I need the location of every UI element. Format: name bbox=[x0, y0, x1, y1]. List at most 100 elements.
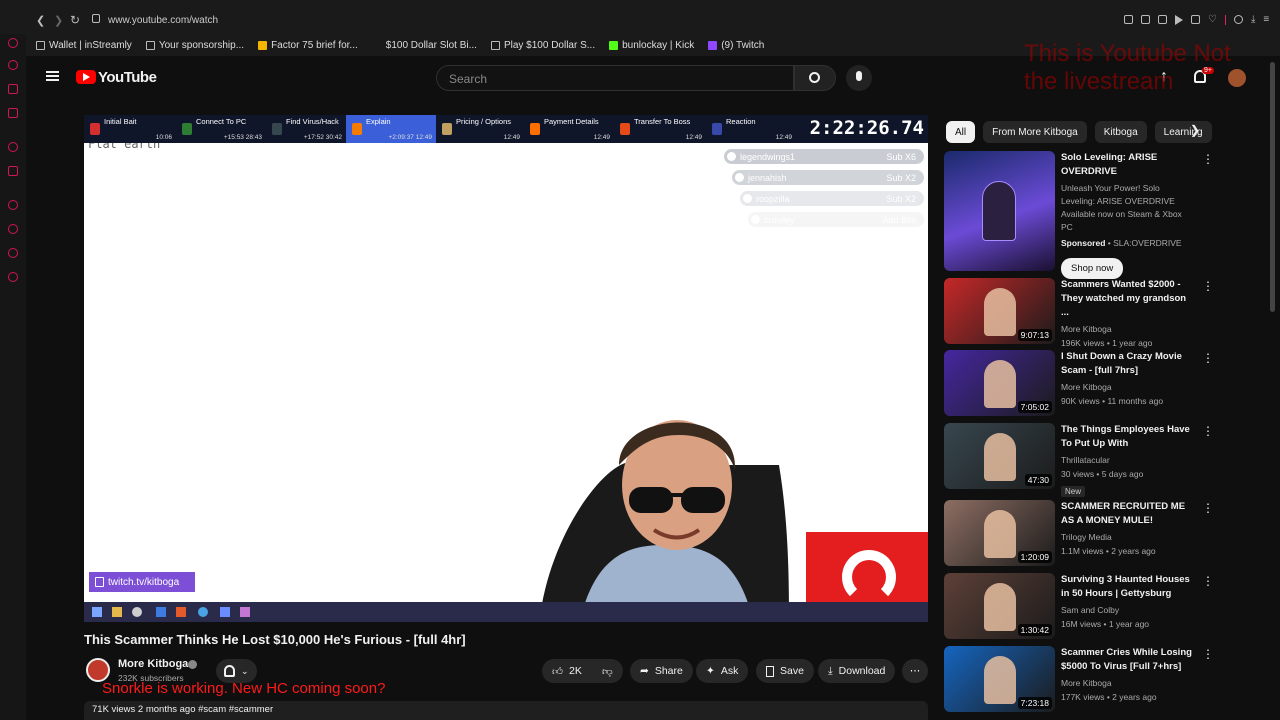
video-player[interactable]: Flat earth legendwings1 Sub X6 jennahish … bbox=[84, 115, 928, 622]
extension-icon[interactable] bbox=[1158, 15, 1167, 24]
sidebar-icon[interactable] bbox=[8, 142, 18, 152]
windows-taskbar bbox=[84, 602, 928, 622]
chevron-right-icon[interactable]: ❯ bbox=[1190, 123, 1200, 137]
video-thumbnail[interactable]: 7:23:18 bbox=[944, 646, 1055, 712]
channel-name[interactable]: Thrillatacular bbox=[1061, 453, 1195, 467]
shop-now-button[interactable]: Shop now bbox=[1061, 258, 1124, 279]
bookmark-item[interactable]: (9) Twitch bbox=[708, 40, 764, 51]
sidebar-icon[interactable] bbox=[8, 272, 18, 282]
extension-icon[interactable] bbox=[1191, 15, 1200, 24]
sidebar-icon[interactable] bbox=[8, 166, 18, 176]
download-button[interactable]: ⤓ Download bbox=[818, 659, 896, 683]
more-actions-button[interactable]: ⋯ bbox=[902, 659, 928, 683]
sidebar-icon[interactable] bbox=[8, 248, 18, 258]
ad-card[interactable]: Solo Leveling: ARISE OVERDRIVE Unleash Y… bbox=[944, 151, 1274, 279]
extension-icon[interactable] bbox=[1124, 15, 1133, 24]
video-thumbnail[interactable]: 1:30:42 bbox=[944, 573, 1055, 639]
channel-name[interactable]: Sam and Colby bbox=[1061, 603, 1195, 617]
youtube-logo-text[interactable]: YouTube bbox=[98, 69, 157, 86]
share-label: Share bbox=[654, 665, 683, 677]
hamburger-menu-icon[interactable] bbox=[46, 71, 59, 81]
sidebar-icon[interactable] bbox=[8, 84, 18, 94]
voice-search-button[interactable] bbox=[846, 65, 872, 91]
more-options-icon[interactable]: ⋮ bbox=[1202, 425, 1214, 437]
bookmark-item[interactable]: Wallet | inStreamly bbox=[36, 40, 132, 51]
channel-avatar[interactable] bbox=[86, 658, 110, 682]
channel-name[interactable]: More Kitboga bbox=[1061, 676, 1195, 690]
thumbnail-figure bbox=[984, 288, 1016, 336]
channel-name[interactable]: More Kitboga bbox=[1061, 322, 1195, 336]
video-title[interactable]: SCAMMER RECRUITED ME AS A MONEY MULE! bbox=[1061, 500, 1195, 528]
thumbs-down-icon: 👎︎ bbox=[602, 665, 613, 678]
search-button[interactable] bbox=[794, 65, 836, 91]
filter-chip[interactable]: All bbox=[946, 121, 976, 143]
youtube-logo-icon[interactable] bbox=[76, 70, 96, 84]
more-options-icon[interactable]: ⋮ bbox=[1202, 153, 1214, 165]
sparkle-icon: ✦ bbox=[706, 665, 715, 677]
ask-button[interactable]: ✦ Ask bbox=[696, 659, 749, 683]
address-bar[interactable]: www.youtube.com/watch bbox=[108, 15, 218, 26]
more-icon: ⋯ bbox=[909, 665, 921, 677]
more-options-icon[interactable]: ⋮ bbox=[1202, 575, 1214, 587]
bookmark-item[interactable]: Play $100 Dollar S... bbox=[490, 40, 595, 51]
like-button[interactable]: 👍︎ 2K bbox=[542, 659, 592, 683]
video-thumbnail[interactable]: 7:05:02 bbox=[944, 350, 1055, 416]
subscriber-name: jennahish bbox=[748, 172, 787, 183]
video-thumbnail[interactable]: 1:20:09 bbox=[944, 500, 1055, 566]
menu-icon[interactable]: ≡ bbox=[1263, 15, 1269, 25]
streamer-figure bbox=[539, 420, 789, 622]
step-icon bbox=[712, 123, 722, 135]
reload-icon[interactable]: ↻ bbox=[70, 13, 80, 27]
channel-name[interactable]: Trilogy Media bbox=[1061, 530, 1195, 544]
recommended-video[interactable]: 1:20:09 SCAMMER RECRUITED ME AS A MONEY … bbox=[944, 500, 1274, 566]
recommended-video[interactable]: 7:05:02 I Shut Down a Crazy Movie Scam -… bbox=[944, 350, 1274, 416]
recommended-video[interactable]: 47:30 The Things Employees Have To Put U… bbox=[944, 423, 1274, 497]
more-options-icon[interactable]: ⋮ bbox=[1202, 280, 1214, 292]
filter-chip[interactable]: Kitboga bbox=[1094, 121, 1147, 143]
description-box[interactable]: 71K views 2 months ago #scam #scammer bbox=[84, 701, 928, 720]
ad-title[interactable]: Solo Leveling: ARISE OVERDRIVE bbox=[1061, 151, 1195, 179]
more-options-icon[interactable]: ⋮ bbox=[1202, 648, 1214, 660]
sidebar-icon[interactable] bbox=[8, 224, 18, 234]
channel-name[interactable]: More Kitboga bbox=[1061, 380, 1195, 394]
video-title[interactable]: Surviving 3 Haunted Houses in 50 Hours |… bbox=[1061, 573, 1195, 601]
channel-name[interactable]: More Kitboga bbox=[118, 658, 188, 670]
video-thumbnail[interactable]: 9:07:13 bbox=[944, 278, 1055, 344]
video-title[interactable]: I Shut Down a Crazy Movie Scam - [full 7… bbox=[1061, 350, 1195, 378]
more-options-icon[interactable]: ⋮ bbox=[1202, 352, 1214, 364]
play-extension-icon[interactable] bbox=[1175, 15, 1183, 25]
back-icon[interactable]: ❮ bbox=[36, 14, 45, 27]
save-button[interactable]: Save bbox=[756, 659, 814, 683]
bookmark-item[interactable]: Factor 75 brief for... bbox=[258, 40, 358, 51]
bookmark-item[interactable]: $100 Dollar Slot Bi... bbox=[386, 40, 477, 51]
bookmark-item[interactable]: Your sponsorship... bbox=[145, 40, 244, 51]
video-title[interactable]: Scammers Wanted $2000 - They watched my … bbox=[1061, 278, 1195, 320]
heart-icon[interactable]: ♡ bbox=[1208, 15, 1217, 25]
sidebar-icon[interactable] bbox=[8, 60, 18, 70]
extension-icon[interactable] bbox=[1141, 15, 1150, 24]
filter-chip[interactable]: From More Kitboga bbox=[983, 121, 1087, 143]
more-options-icon[interactable]: ⋮ bbox=[1202, 502, 1214, 514]
watermark-text: This is Youtube Not the livestream bbox=[1024, 40, 1231, 95]
recommended-video[interactable]: 7:23:18 Scammer Cries While Losing $5000… bbox=[944, 646, 1274, 712]
bookmark-item[interactable]: bunlockay | Kick bbox=[609, 40, 694, 51]
sidebar-icon[interactable] bbox=[8, 108, 18, 118]
subscriber-badge: Sub X6 bbox=[886, 151, 916, 162]
sidebar-icon[interactable] bbox=[8, 38, 18, 48]
video-thumbnail[interactable]: 47:30 bbox=[944, 423, 1055, 489]
chevron-down-icon: ⌄ bbox=[241, 665, 249, 676]
ad-thumbnail[interactable] bbox=[944, 151, 1055, 271]
video-title[interactable]: Scammer Cries While Losing $5000 To Viru… bbox=[1061, 646, 1195, 674]
recommended-video[interactable]: 9:07:13 Scammers Wanted $2000 - They wat… bbox=[944, 278, 1274, 348]
dislike-button[interactable]: 👎︎ bbox=[592, 659, 623, 683]
sidebar-icon[interactable] bbox=[8, 200, 18, 210]
taskbar-icon bbox=[176, 607, 186, 617]
filter-chip[interactable]: Learning bbox=[1154, 121, 1212, 143]
video-title[interactable]: The Things Employees Have To Put Up With bbox=[1061, 423, 1195, 451]
profile-icon[interactable] bbox=[1233, 15, 1243, 24]
download-icon[interactable]: ⤓ bbox=[1251, 15, 1255, 25]
search-input[interactable]: Search bbox=[436, 65, 794, 91]
recommended-video[interactable]: 1:30:42 Surviving 3 Haunted Houses in 50… bbox=[944, 573, 1274, 639]
share-button[interactable]: ➦ Share bbox=[630, 659, 693, 683]
forward-icon[interactable]: ❯ bbox=[54, 14, 63, 27]
